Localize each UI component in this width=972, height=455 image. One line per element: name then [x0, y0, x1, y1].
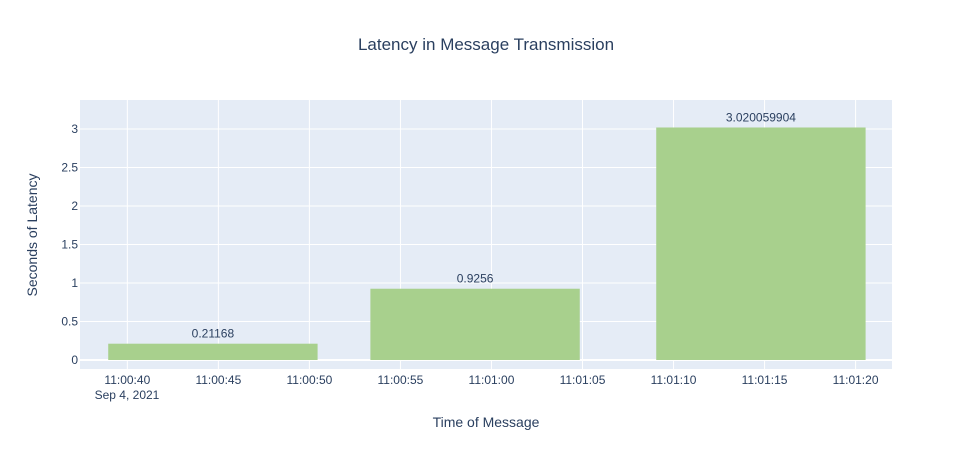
bar	[370, 288, 580, 360]
x-tick-label: 11:01:15	[742, 373, 788, 387]
x-tick-label: 11:01:05	[560, 373, 606, 387]
bar-value-label: 3.020059904	[726, 110, 796, 124]
chart-container: 0.21168 0.9256 3.020059904 11:00:40 11:00:4…	[0, 0, 972, 450]
x-tick-label: 11:00:55	[378, 373, 424, 387]
bar-value-label: 0.9256	[457, 272, 494, 286]
bar-value-label: 0.21168	[192, 327, 235, 341]
x-tick-label: 11:00:50	[286, 373, 332, 387]
x-tick-label: 11:00:45	[195, 373, 241, 387]
x-axis-date-label: Sep 4, 2021	[95, 388, 160, 402]
chart-title: Latency in Message Transmission	[358, 35, 614, 54]
y-axis-label: Seconds of Latency	[24, 174, 40, 297]
y-tick-label: 0	[71, 353, 78, 367]
x-tick-label: 11:01:20	[833, 373, 879, 387]
x-tick-label: 11:01:00	[469, 373, 515, 387]
y-tick-label: 0.5	[61, 314, 78, 328]
y-tick-label: 2	[71, 199, 78, 213]
y-tick-label: 2.5	[61, 161, 78, 175]
x-axis-label: Time of Message	[433, 414, 540, 430]
bar-chart: 0.21168 0.9256 3.020059904 11:00:40 11:00:4…	[24, 35, 892, 430]
y-tick-label: 1	[71, 276, 78, 290]
y-tick-label: 1.5	[61, 238, 78, 252]
x-tick-label: 11:00:40	[104, 373, 150, 387]
y-tick-label: 3	[71, 122, 78, 136]
bar	[656, 127, 866, 360]
x-tick-label: 11:01:10	[651, 373, 697, 387]
bar	[108, 343, 318, 360]
